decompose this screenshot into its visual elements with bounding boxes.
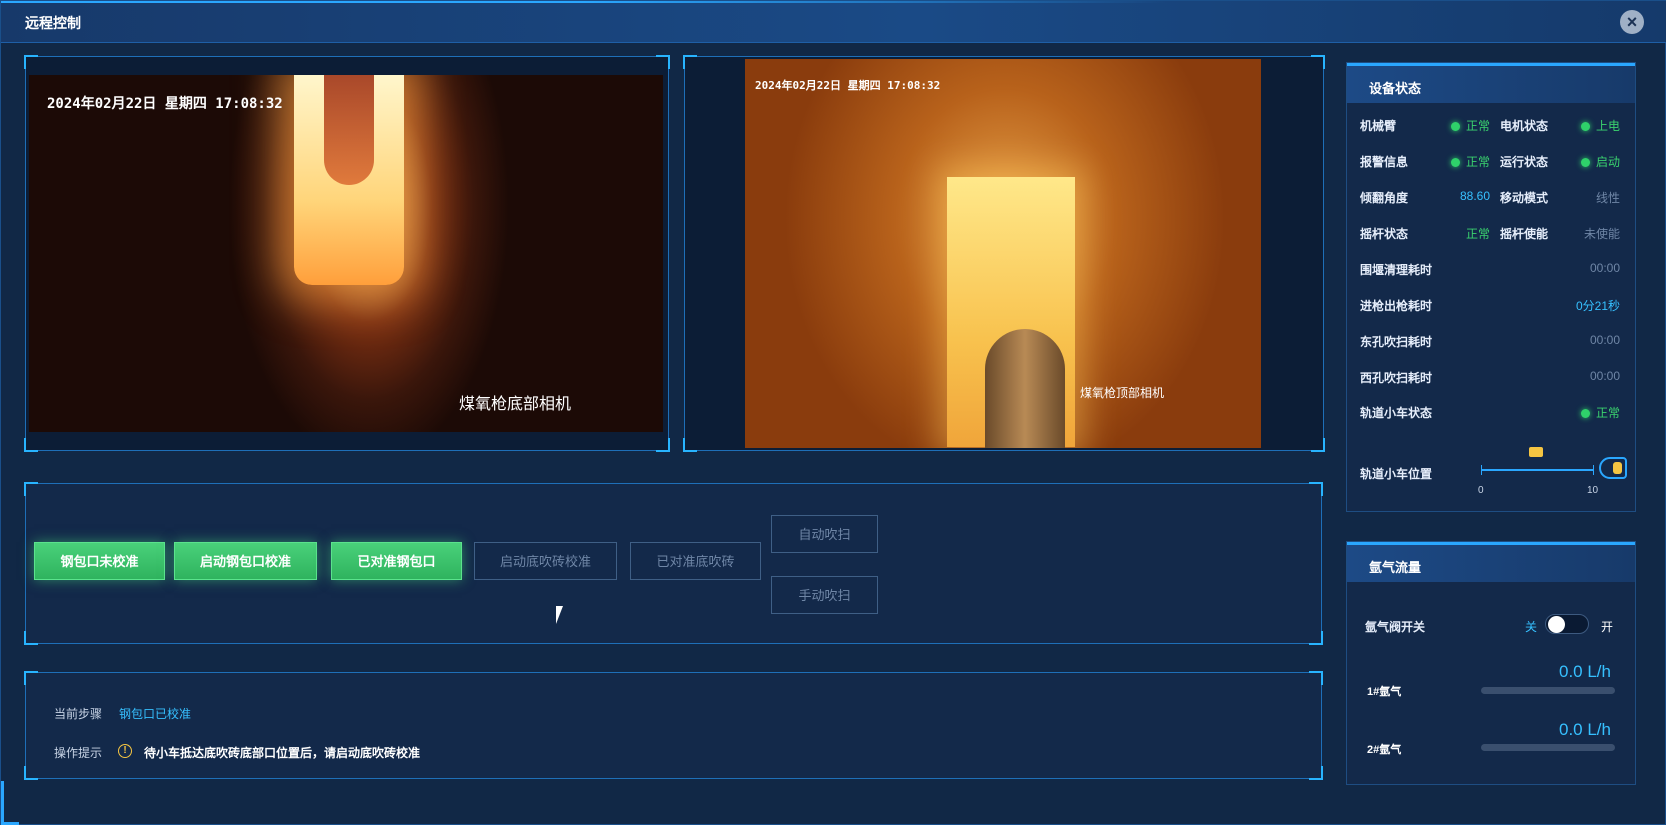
panel-header: 设备状态 bbox=[1347, 63, 1635, 103]
valve-on-label: 开 bbox=[1601, 620, 1614, 634]
status-label: 电机状态 bbox=[1500, 119, 1549, 133]
status-value: 正常 bbox=[1427, 153, 1490, 170]
timing-label: 轨道小车状态 bbox=[1360, 406, 1433, 420]
timing-value: 0分21秒 bbox=[1497, 297, 1620, 314]
mouse-cursor bbox=[556, 606, 570, 624]
track-max-label: 10 bbox=[1587, 485, 1599, 496]
status-value: 启动 bbox=[1552, 153, 1620, 170]
timing-label: 围堰清理耗时 bbox=[1360, 263, 1433, 277]
operation-tip-label: 操作提示 bbox=[54, 746, 103, 760]
lance-image bbox=[985, 329, 1065, 448]
status-value: 正常 bbox=[1427, 117, 1490, 134]
track-min-label: 0 bbox=[1478, 485, 1484, 496]
argon-1-label: 1#氩气 bbox=[1367, 686, 1402, 698]
status-value-text: 未使能 bbox=[1583, 227, 1620, 241]
timing-value: 00:00 bbox=[1497, 261, 1620, 275]
camera-label: 煤氧枪顶部相机 bbox=[1080, 386, 1165, 400]
argon-valve-label: 氩气阀开关 bbox=[1365, 620, 1426, 634]
timing-value: 00:00 bbox=[1497, 369, 1620, 383]
timing-label: 进枪出枪耗时 bbox=[1360, 299, 1433, 313]
status-value: 正常 bbox=[1427, 225, 1490, 242]
warning-icon: ! bbox=[118, 744, 132, 758]
timing-value: 正常 bbox=[1497, 404, 1620, 421]
window-title: 远程控制 bbox=[25, 15, 81, 31]
status-value: 88.60 bbox=[1427, 189, 1490, 203]
camera-top-frame: 2024年02月22日 星期四 17:08:32 煤氧枪顶部相机 bbox=[683, 55, 1325, 452]
argon-valve-toggle[interactable] bbox=[1545, 614, 1589, 634]
auto-purge-button[interactable]: 自动吹扫 bbox=[771, 515, 878, 553]
ladle-uncalibrated-button[interactable]: 钢包口未校准 bbox=[34, 542, 165, 580]
argon-2-flow-value: 0.0 L/h bbox=[1559, 720, 1611, 739]
status-dot-icon bbox=[1580, 158, 1590, 167]
info-panel: 当前步骤 钢包口已校准 操作提示 ! 待小车抵达底吹砖底部口位置后，请启动底吹砖… bbox=[24, 671, 1323, 780]
status-value-text: 启动 bbox=[1595, 155, 1620, 169]
timing-value-text: 0分21秒 bbox=[1575, 299, 1620, 313]
panel-header: 氩气流量 bbox=[1347, 542, 1635, 582]
status-value-text: 正常 bbox=[1465, 227, 1490, 241]
corner-decoration bbox=[1, 781, 19, 825]
status-dot-icon bbox=[1450, 122, 1460, 131]
camera-label: 煤氧枪底部相机 bbox=[459, 396, 572, 413]
track-position-handle[interactable] bbox=[1599, 457, 1627, 479]
start-ladle-calibration-button[interactable]: 启动钢包口校准 bbox=[174, 542, 317, 580]
status-value: 线性 bbox=[1552, 189, 1620, 206]
valve-off-label: 关 bbox=[1525, 620, 1538, 634]
argon-1-flow-bar bbox=[1481, 687, 1615, 694]
status-label: 运行状态 bbox=[1500, 155, 1549, 169]
camera-top-feed: 2024年02月22日 星期四 17:08:32 煤氧枪顶部相机 bbox=[745, 59, 1261, 448]
remote-control-window: 远程控制 × 2024年02月22日 星期四 17:08:32 煤氧枪底部相机 … bbox=[0, 0, 1666, 825]
toggle-knob bbox=[1548, 616, 1565, 633]
status-dot-icon bbox=[1450, 158, 1460, 167]
manual-purge-button[interactable]: 手动吹扫 bbox=[771, 576, 878, 614]
camera-timestamp: 2024年02月22日 星期四 17:08:32 bbox=[755, 79, 941, 92]
status-label: 摇杆状态 bbox=[1360, 227, 1409, 241]
timing-value-text: 00:00 bbox=[1589, 369, 1620, 383]
operation-tip-text: 待小车抵达底吹砖底部口位置后，请启动底吹砖校准 bbox=[144, 746, 421, 760]
current-step-value: 钢包口已校准 bbox=[119, 707, 192, 721]
status-value-text: 正常 bbox=[1465, 155, 1490, 169]
titlebar-glow bbox=[1, 1, 1666, 3]
status-value-text: 88.60 bbox=[1459, 189, 1490, 203]
argon-2-label: 2#氩气 bbox=[1367, 744, 1402, 756]
current-step-label: 当前步骤 bbox=[54, 707, 103, 721]
timing-label: 东孔吹扫耗时 bbox=[1360, 335, 1433, 349]
aligned-ladle-button[interactable]: 已对准钢包口 bbox=[331, 542, 462, 580]
status-value: 上电 bbox=[1552, 117, 1620, 134]
argon-2-flow-bar bbox=[1481, 744, 1615, 751]
titlebar: 远程控制 × bbox=[1, 1, 1666, 43]
status-label: 机械臂 bbox=[1360, 119, 1397, 133]
track-position-label: 轨道小车位置 bbox=[1360, 467, 1433, 481]
camera-timestamp: 2024年02月22日 星期四 17:08:32 bbox=[47, 96, 283, 112]
control-panel: 钢包口未校准 启动钢包口校准 已对准钢包口 启动底吹砖校准 已对准底吹砖 自动吹… bbox=[24, 482, 1323, 645]
timing-value: 00:00 bbox=[1497, 333, 1620, 347]
flame-image bbox=[294, 75, 404, 285]
close-icon[interactable]: × bbox=[1620, 10, 1644, 34]
argon-1-flow-value: 0.0 L/h bbox=[1559, 662, 1611, 681]
status-label: 报警信息 bbox=[1360, 155, 1409, 169]
status-dot-icon bbox=[1580, 409, 1590, 418]
status-value-text: 上电 bbox=[1595, 119, 1620, 133]
camera-bottom-feed: 2024年02月22日 星期四 17:08:32 煤氧枪底部相机 bbox=[29, 75, 663, 432]
panel-title: 氩气流量 bbox=[1369, 560, 1422, 575]
track-position-slider[interactable] bbox=[1481, 465, 1594, 475]
device-status-panel: 设备状态 机械臂 正常 电机状态 上电 报警信息 正常 运行状态 启动 倾翻角度 88.60 移动模… bbox=[1346, 62, 1636, 512]
timing-value-text: 00:00 bbox=[1589, 261, 1620, 275]
timing-value-text: 正常 bbox=[1595, 406, 1620, 420]
status-label: 倾翻角度 bbox=[1360, 191, 1409, 205]
timing-label: 西孔吹扫耗时 bbox=[1360, 371, 1433, 385]
start-bottom-brick-calibration-button[interactable]: 启动底吹砖校准 bbox=[474, 542, 617, 580]
aligned-bottom-brick-button[interactable]: 已对准底吹砖 bbox=[630, 542, 761, 580]
status-value: 未使能 bbox=[1552, 225, 1620, 242]
status-value-text: 线性 bbox=[1595, 191, 1620, 205]
track-car-icon bbox=[1529, 447, 1543, 457]
panel-title: 设备状态 bbox=[1369, 81, 1422, 96]
status-dot-icon bbox=[1580, 122, 1590, 131]
argon-flow-panel: 氩气流量 氩气阀开关 关 开 0.0 L/h 1#氩气 0.0 L/h 2#氩气 bbox=[1346, 541, 1636, 785]
status-value-text: 正常 bbox=[1465, 119, 1490, 133]
timing-value-text: 00:00 bbox=[1589, 333, 1620, 347]
status-label: 摇杆使能 bbox=[1500, 227, 1549, 241]
status-label: 移动模式 bbox=[1500, 191, 1549, 205]
camera-bottom-frame: 2024年02月22日 星期四 17:08:32 煤氧枪底部相机 bbox=[24, 55, 670, 452]
